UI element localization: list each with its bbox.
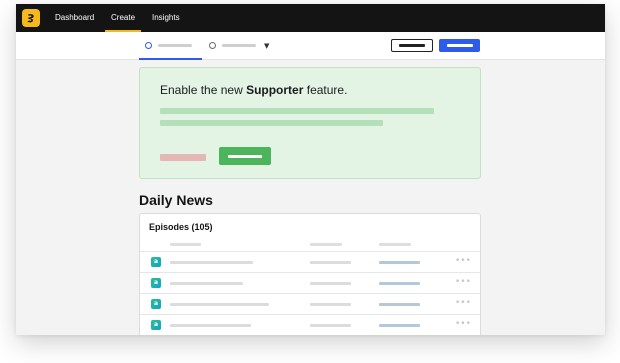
promo-message: Enable the new Supporter feature. — [160, 83, 347, 97]
secondary-button[interactable] — [391, 39, 433, 52]
episode-status-cell — [379, 261, 420, 264]
column-header-date — [310, 243, 342, 246]
sub-toolbar: ▼ — [16, 32, 605, 60]
episode-icon: a — [151, 299, 161, 309]
more-options-icon[interactable]: ••• — [455, 319, 471, 329]
tab-second[interactable]: ▼ — [209, 32, 269, 59]
dismiss-link[interactable] — [160, 154, 206, 161]
radio-circle-icon — [209, 42, 216, 49]
promo-description-line — [160, 120, 383, 126]
nav-item-label: Insights — [152, 13, 180, 22]
enable-feature-button[interactable] — [219, 147, 271, 165]
nav-item-label: Create — [111, 13, 136, 22]
episode-icon: a — [151, 278, 161, 288]
table-row[interactable]: a ••• — [140, 272, 480, 293]
promo-description-line — [160, 108, 434, 114]
promo-text-prefix: Enable the new — [160, 83, 247, 97]
nav-item-dashboard[interactable]: Dashboard — [55, 4, 94, 32]
primary-button[interactable] — [439, 39, 480, 52]
episode-title-cell — [170, 303, 269, 306]
episode-date-cell — [310, 261, 351, 264]
nav-item-insights[interactable]: Insights — [152, 4, 180, 32]
promo-text-suffix: feature. — [303, 83, 348, 97]
episode-title-cell — [170, 282, 243, 285]
table-row[interactable]: a ••• — [140, 251, 480, 272]
episode-status-cell — [379, 324, 420, 327]
button-label-placeholder — [228, 154, 262, 158]
app-logo-icon[interactable] — [22, 9, 40, 27]
tab-label-placeholder — [222, 44, 256, 47]
supporter-promo-banner: Enable the new Supporter feature. — [139, 67, 481, 179]
column-header-status — [379, 243, 411, 246]
button-label-placeholder — [399, 44, 425, 47]
episodes-heading: Episodes (105) — [149, 222, 213, 232]
app-window: Dashboard Create Insights ▼ Enable the n… — [16, 4, 605, 335]
more-options-icon[interactable]: ••• — [455, 256, 471, 266]
episode-date-cell — [310, 282, 351, 285]
table-row[interactable]: a ••• — [140, 314, 480, 335]
episode-title-cell — [170, 261, 253, 264]
episode-icon: a — [151, 257, 161, 267]
more-options-icon[interactable]: ••• — [455, 298, 471, 308]
button-label-placeholder — [446, 44, 473, 47]
episodes-card: Episodes (105) a ••• a ••• a ••• a ••• — [139, 213, 481, 335]
top-navigation: Dashboard Create Insights — [16, 4, 605, 32]
active-tab-underline — [139, 58, 202, 60]
episode-status-cell — [379, 282, 420, 285]
tab-first[interactable] — [139, 32, 202, 60]
column-header-title — [170, 243, 201, 246]
episode-icon: a — [151, 320, 161, 330]
episode-date-cell — [310, 303, 351, 306]
tab-label-placeholder — [158, 44, 192, 47]
episode-date-cell — [310, 324, 351, 327]
show-title: Daily News — [139, 192, 213, 208]
episode-title-cell — [170, 324, 251, 327]
episode-status-cell — [379, 303, 420, 306]
chevron-down-icon[interactable]: ▼ — [264, 42, 269, 50]
promo-text-bold: Supporter — [246, 83, 304, 97]
more-options-icon[interactable]: ••• — [455, 277, 471, 287]
table-row[interactable]: a ••• — [140, 293, 480, 314]
nav-item-label: Dashboard — [55, 13, 95, 22]
nav-item-create[interactable]: Create — [105, 4, 142, 32]
radio-circle-icon — [145, 42, 152, 49]
